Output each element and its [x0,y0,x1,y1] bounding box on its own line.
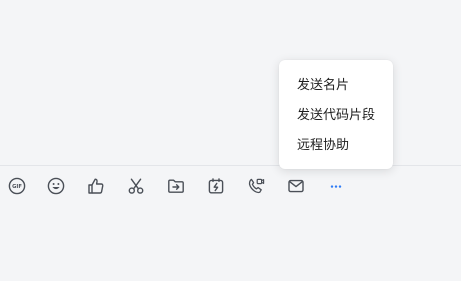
thumbs-up-button[interactable] [82,172,110,200]
send-file-button[interactable] [162,172,190,200]
more-button[interactable] [322,172,350,200]
menu-item-send-code-snippet[interactable]: 发送代码片段 [279,101,393,131]
flash-icon [208,178,224,194]
chat-window: GIF 发送名片 发送代码片段 远程协助 [0,0,461,281]
menu-item-send-card[interactable]: 发送名片 [279,71,393,101]
mail-icon [288,179,304,193]
folder-send-icon [168,179,184,193]
chat-toolbar: GIF [0,172,461,200]
gif-icon: GIF [8,177,26,195]
emoji-icon [47,177,65,195]
video-call-icon [248,178,265,194]
more-popup-menu: 发送名片 发送代码片段 远程协助 [279,60,393,169]
more-icon [330,185,342,188]
thumbs-up-icon [88,178,104,194]
emoji-button[interactable] [42,172,70,200]
gif-button[interactable]: GIF [3,172,31,200]
mail-button[interactable] [282,172,310,200]
scissors-icon [128,178,144,194]
menu-item-remote-assistance[interactable]: 远程协助 [279,131,393,161]
screenshot-button[interactable] [122,172,150,200]
flash-button[interactable] [202,172,230,200]
video-call-button[interactable] [242,172,270,200]
svg-text:GIF: GIF [12,184,22,190]
message-input-area[interactable] [0,202,461,281]
